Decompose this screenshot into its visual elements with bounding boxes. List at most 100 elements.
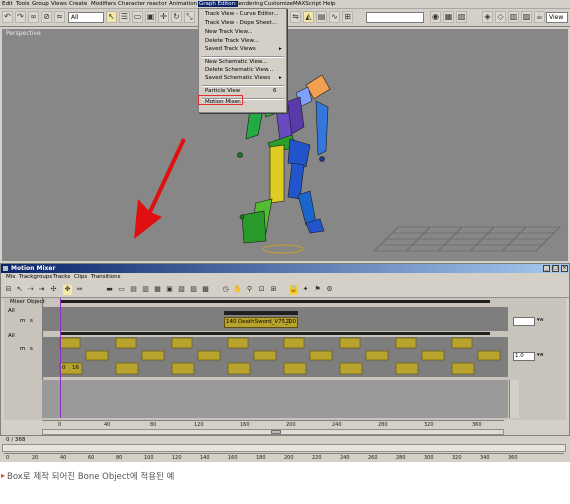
add-transition-icon[interactable]: ▭ [117,285,126,295]
menu-character[interactable]: Character [118,1,145,7]
material-editor-icon[interactable]: ◉ [430,11,441,23]
quick-render-icon[interactable]: ◈ [482,11,493,23]
menu-item-delete-schematic-view[interactable]: Delete Schematic View... [205,67,273,73]
maximize-icon[interactable]: □ [552,265,559,272]
track1-mute-button[interactable]: m [20,318,25,324]
minimize-icon[interactable]: _ [543,265,550,272]
select-object-icon[interactable]: ↖ [106,11,117,23]
track1-weight-field[interactable] [513,317,535,326]
render-type-icon[interactable]: ◇ [495,11,506,23]
track2-weight-field[interactable]: 1.0 [513,352,535,361]
mm-menu-trackgroups[interactable]: Trackgroups [19,274,52,280]
mirror-icon[interactable]: ⇋ [290,11,301,23]
track1-solo-button[interactable]: s [30,318,33,324]
schematic-view-icon[interactable]: ⊞ [342,11,353,23]
mm-menu-clips[interactable]: Clips [74,274,87,280]
save-clip-icon[interactable]: ▨ [189,285,198,295]
menu-item-saved-track-views[interactable]: Saved Track Views [205,46,256,52]
zoom-extents-icon[interactable]: ⊞ [269,285,278,295]
select-and-move-icon[interactable]: ✛ [158,11,169,23]
menu-graph-editors[interactable]: Graph Editors [198,1,238,7]
menu-views[interactable]: Views [51,1,67,7]
menu-modifiers[interactable]: Modifiers [91,1,116,7]
menu-item-new-track-view[interactable]: New Track View... [205,29,253,35]
add-track-icon[interactable]: ▬ [105,285,114,295]
snap-frames-icon[interactable]: ✦ [301,285,310,295]
align-icon[interactable]: ◭ [303,11,314,23]
selection-filter-dropdown[interactable]: All [68,12,104,23]
view-dropdown[interactable]: View [546,12,568,23]
zoom-region-icon[interactable]: ⊡ [257,285,266,295]
menu-animation[interactable]: Animation [169,1,197,7]
unlink-icon[interactable]: ⊘ [41,11,52,23]
window-crossing-icon[interactable]: ▣ [145,11,156,23]
mm-menu-mix[interactable]: Mix [6,274,16,280]
mm-menu-tracks[interactable]: Tracks [53,274,70,280]
link-icon[interactable]: ∞ [28,11,39,23]
track1-weight-curve-icon[interactable]: ▾w [537,317,544,323]
set-range-icon[interactable]: ✥ [63,285,72,295]
mixer-object-label[interactable]: Mixer Object [10,299,45,305]
preferences-icon[interactable]: ⚙ [325,285,334,295]
named-selection-sets-dropdown[interactable] [366,12,424,23]
timeline-tick: 180 [256,455,266,461]
bind-spacewarp-icon[interactable]: ≈ [54,11,65,23]
menu-tools[interactable]: Tools [16,1,30,7]
menu-item-saved-schematic-views[interactable]: Saved Schematic Views [205,75,270,81]
pan-icon[interactable]: ✋ [233,285,242,295]
zoom-icon[interactable]: ⚲ [245,285,254,295]
menu-item-dope-sheet[interactable]: Track View - Dope Sheet... [205,20,277,26]
motion-mixer-title-bar[interactable]: Motion Mixer [1,264,569,273]
snap-clips-icon[interactable]: ⚑ [313,285,322,295]
track1-clip[interactable]: 140 DeathSword_V75_1 200 [224,317,298,328]
select-and-scale-icon[interactable]: ⤡ [184,11,195,23]
menu-create[interactable]: Create [69,1,87,7]
delete-clip-icon[interactable]: ▦ [153,285,162,295]
remove-track-icon[interactable]: ▣ [165,285,174,295]
menu-item-new-schematic-view[interactable]: New Schematic View... [205,59,267,65]
menu-help[interactable]: Help [323,1,336,7]
menu-item-particle-view[interactable]: Particle View [205,88,240,94]
menu-item-curve-editor[interactable]: Track View - Curve Editor... [205,11,279,17]
select-and-rotate-icon[interactable]: ↻ [171,11,182,23]
track2-solo-button[interactable]: s [30,346,33,352]
load-clip-icon[interactable]: ▧ [177,285,186,295]
track2-weight-curve-icon[interactable]: ▾w [537,352,544,358]
menu-reactor[interactable]: reactor [147,1,167,7]
lock-icon[interactable]: 🔒 [289,285,298,295]
arrow-select-icon[interactable]: ↖ [15,285,24,295]
trim-clips-icon[interactable]: ⇥ [37,285,46,295]
environment-icon[interactable]: ▥ [508,11,519,23]
time-slider-track[interactable] [2,444,566,452]
filter-icon[interactable]: ⊟ [4,285,13,295]
layer-manager-icon[interactable]: ▤ [316,11,327,23]
compute-mix-icon[interactable]: ▩ [201,285,210,295]
menu-item-delete-track-view[interactable]: Delete Track View... [205,38,259,44]
replace-clip-icon[interactable]: ▥ [141,285,150,295]
redo-icon[interactable]: ↷ [15,11,26,23]
teapot-render-icon[interactable]: ☕ [534,11,545,23]
move-clips-icon[interactable]: ✣ [49,285,58,295]
scrollbar-thumb[interactable] [271,430,281,434]
menu-edit[interactable]: Edit [2,1,13,7]
menu-maxscript[interactable]: MAXScript [293,1,321,7]
menu-customize[interactable]: Customize [264,1,293,7]
undo-icon[interactable]: ↶ [2,11,13,23]
vertical-scrollbar[interactable] [509,380,519,418]
render-setup-icon[interactable]: ▦ [443,11,454,23]
menu-group[interactable]: Group [32,1,49,7]
curve-editor-icon[interactable]: ∿ [329,11,340,23]
select-by-name-icon[interactable]: ☰ [119,11,130,23]
render-frame-icon[interactable]: ▧ [456,11,467,23]
menu-rendering[interactable]: Rendering [235,1,263,7]
track2-clips[interactable] [42,337,508,377]
close-icon[interactable]: × [561,265,568,272]
slide-clips-icon[interactable]: ⇢ [26,285,35,295]
scale-clips-icon[interactable]: ⇔ [75,285,84,295]
insert-clip-icon[interactable]: ▤ [129,285,138,295]
mm-menu-transitions[interactable]: Transitions [91,274,120,280]
rectangular-selection-icon[interactable]: ▭ [132,11,143,23]
time-config-icon[interactable]: ◷ [221,285,230,295]
track2-mute-button[interactable]: m [20,346,25,352]
render-last-icon[interactable]: ▨ [521,11,532,23]
